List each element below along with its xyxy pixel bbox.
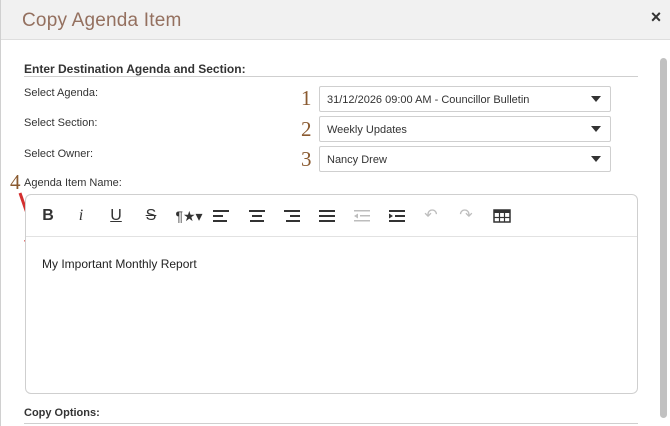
undo-icon[interactable]: ↶ (423, 206, 439, 226)
underline-icon[interactable]: U (108, 206, 124, 226)
agenda-item-name-editor[interactable]: B i U S ¶★▾ ↶ ↷ My Important Monthly Rep… (25, 194, 638, 394)
copy-agenda-dialog: Copy Agenda Item × Enter Destination Age… (0, 0, 670, 426)
editor-toolbar: B i U S ¶★▾ ↶ ↷ (26, 195, 637, 237)
redo-icon[interactable]: ↷ (458, 206, 474, 226)
paragraph-format-icon[interactable]: ¶★▾ (174, 206, 204, 226)
editor-content[interactable]: My Important Monthly Report (42, 257, 197, 271)
copy-options-heading: Copy Options: (24, 407, 100, 419)
outdent-icon[interactable] (353, 209, 371, 229)
indent-icon[interactable] (388, 209, 406, 229)
divider (24, 423, 638, 424)
strikethrough-icon[interactable]: S (143, 206, 159, 226)
italic-icon[interactable]: i (74, 206, 88, 226)
table-icon[interactable] (493, 209, 511, 229)
bold-icon[interactable]: B (40, 206, 56, 226)
align-center-icon[interactable] (248, 209, 266, 229)
align-right-icon[interactable] (283, 209, 301, 229)
align-justify-icon[interactable] (318, 209, 336, 229)
align-left-icon[interactable] (212, 209, 230, 229)
